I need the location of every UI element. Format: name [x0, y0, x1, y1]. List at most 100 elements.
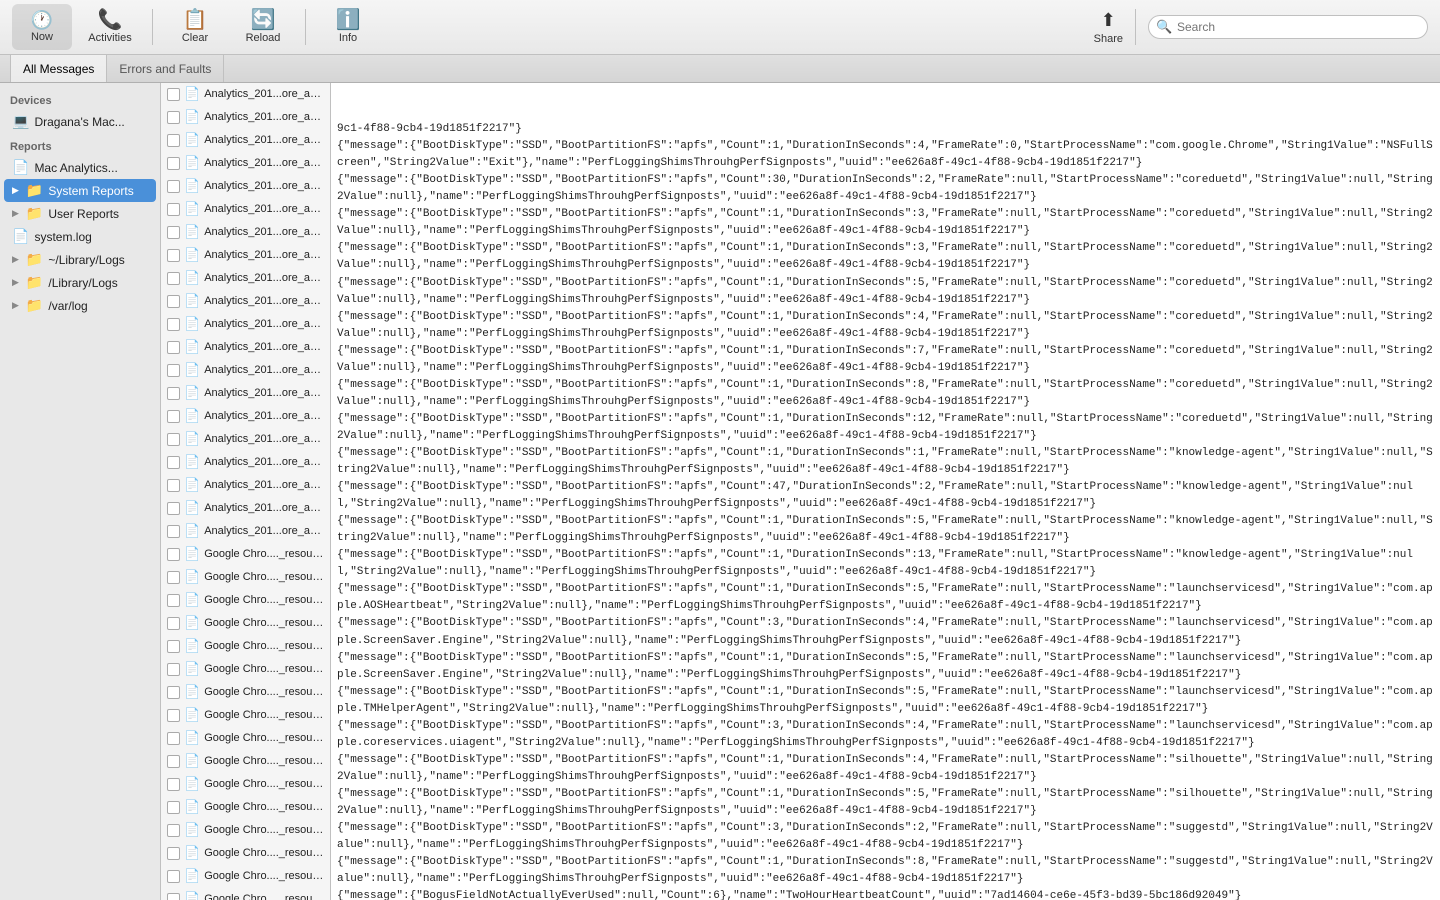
- file-checkbox[interactable]: [167, 88, 180, 101]
- file-checkbox[interactable]: [167, 479, 180, 492]
- file-item[interactable]: 📄Analytics_201...ore_analytics: [161, 129, 330, 152]
- file-item[interactable]: 📄Analytics_201...ore_analytics: [161, 175, 330, 198]
- file-checkbox[interactable]: [167, 778, 180, 791]
- disclosure-icon-system-reports: [12, 185, 19, 196]
- file-doc-icon: 📄: [184, 178, 200, 194]
- file-checkbox[interactable]: [167, 755, 180, 768]
- file-name-label: Analytics_201...ore_analytics: [204, 226, 324, 238]
- file-item[interactable]: 📄Analytics_201...ore_analytics: [161, 359, 330, 382]
- file-item[interactable]: 📄Google Chro...._resource.diag: [161, 658, 330, 681]
- file-item[interactable]: 📄Analytics_201...ore_analytics: [161, 474, 330, 497]
- file-checkbox[interactable]: [167, 571, 180, 584]
- file-item[interactable]: 📄Google Chro...._resource.diag: [161, 865, 330, 888]
- file-checkbox[interactable]: [167, 157, 180, 170]
- tab-errors-faults[interactable]: Errors and Faults: [107, 55, 224, 82]
- file-item[interactable]: 📄Analytics_201...ore_analytics: [161, 267, 330, 290]
- file-checkbox[interactable]: [167, 594, 180, 607]
- file-item[interactable]: 📄Analytics_201...ore_analytics: [161, 313, 330, 336]
- file-checkbox[interactable]: [167, 732, 180, 745]
- file-item[interactable]: 📄Analytics_201...ore_analytics: [161, 221, 330, 244]
- file-item[interactable]: 📄Analytics_201...ore_analytics: [161, 520, 330, 543]
- file-checkbox[interactable]: [167, 847, 180, 860]
- file-checkbox[interactable]: [167, 410, 180, 423]
- sidebar-item-draganas-mac[interactable]: 💻 Dragana's Mac...: [4, 110, 156, 133]
- file-item[interactable]: 📄Google Chro...._resource.diag: [161, 704, 330, 727]
- file-item[interactable]: 📄Analytics_201...ore_analytics: [161, 451, 330, 474]
- clear-button[interactable]: 📋 Clear: [165, 4, 225, 50]
- file-checkbox[interactable]: [167, 318, 180, 331]
- file-item[interactable]: 📄Analytics_201...ore_analytics: [161, 198, 330, 221]
- file-checkbox[interactable]: [167, 180, 180, 193]
- file-item[interactable]: 📄Analytics_201...ore_analytics: [161, 152, 330, 175]
- sidebar-item-library-logs-sys[interactable]: 📁 /Library/Logs: [4, 271, 156, 294]
- file-checkbox[interactable]: [167, 111, 180, 124]
- share-button[interactable]: ⬆ Share: [1094, 10, 1123, 45]
- reload-label: Reload: [246, 32, 281, 44]
- file-checkbox[interactable]: [167, 801, 180, 814]
- sidebar-item-system-log[interactable]: 📄 system.log: [4, 225, 156, 248]
- file-checkbox[interactable]: [167, 617, 180, 630]
- file-checkbox[interactable]: [167, 134, 180, 147]
- file-item[interactable]: 📄Analytics_201...ore_analytics: [161, 290, 330, 313]
- file-checkbox[interactable]: [167, 456, 180, 469]
- file-checkbox[interactable]: [167, 203, 180, 216]
- file-checkbox[interactable]: [167, 387, 180, 400]
- file-item[interactable]: 📄Analytics_201...ore_analytics: [161, 405, 330, 428]
- file-item[interactable]: 📄Google Chro...._resource.diag: [161, 819, 330, 842]
- tab-all-messages[interactable]: All Messages: [10, 55, 107, 82]
- sidebar-item-system-reports[interactable]: 📁 System Reports: [4, 179, 156, 202]
- activities-button[interactable]: 📞 Activities: [80, 4, 140, 50]
- file-item[interactable]: 📄Google Chro...._resource.diag: [161, 543, 330, 566]
- file-item[interactable]: 📄Google Chro...._resource.diag: [161, 681, 330, 704]
- file-checkbox[interactable]: [167, 502, 180, 515]
- file-item[interactable]: 📄Analytics_201...ore_analytics: [161, 382, 330, 405]
- file-checkbox[interactable]: [167, 548, 180, 561]
- file-checkbox[interactable]: [167, 640, 180, 653]
- sidebar-item-mac-analytics[interactable]: 📄 Mac Analytics...: [4, 156, 156, 179]
- file-checkbox[interactable]: [167, 870, 180, 883]
- sidebar-item-library-logs-user[interactable]: 📁 ~/Library/Logs: [4, 248, 156, 271]
- file-item[interactable]: 📄Analytics_201...ore_analytics: [161, 244, 330, 267]
- file-item[interactable]: 📄Google Chro...._resource.diag: [161, 612, 330, 635]
- file-item[interactable]: 📄Google Chro...._resource.diag: [161, 589, 330, 612]
- content-area[interactable]: 9c1-4f88-9cb4-19d1851f2217"}{"message":{…: [331, 83, 1440, 900]
- sidebar-item-var-log[interactable]: 📁 /var/log: [4, 294, 156, 317]
- file-checkbox[interactable]: [167, 272, 180, 285]
- file-checkbox[interactable]: [167, 295, 180, 308]
- file-item[interactable]: 📄Google Chro...._resource.diag: [161, 842, 330, 865]
- sidebar-item-label-library-logs-user: ~/Library/Logs: [48, 253, 124, 267]
- file-checkbox[interactable]: [167, 226, 180, 239]
- info-button[interactable]: ℹ️ Info: [318, 4, 378, 50]
- file-checkbox[interactable]: [167, 341, 180, 354]
- file-checkbox[interactable]: [167, 525, 180, 538]
- file-item[interactable]: 📄Google Chro...._resource.diag: [161, 773, 330, 796]
- content-line: {"message":{"BootDiskType":"SSD","BootPa…: [337, 445, 1434, 479]
- file-checkbox[interactable]: [167, 893, 180, 900]
- file-checkbox[interactable]: [167, 663, 180, 676]
- file-item[interactable]: 📄Analytics_201...ore_analytics: [161, 497, 330, 520]
- sidebar-item-user-reports[interactable]: 📁 User Reports: [4, 202, 156, 225]
- file-checkbox[interactable]: [167, 824, 180, 837]
- file-item[interactable]: 📄Analytics_201...ore_analytics: [161, 336, 330, 359]
- file-doc-icon: 📄: [184, 339, 200, 355]
- file-item[interactable]: 📄Google Chro...._resource.diag: [161, 750, 330, 773]
- file-item[interactable]: 📄Google Chro...._resource.diag: [161, 635, 330, 658]
- file-item[interactable]: 📄Analytics_201...ore_analytics: [161, 83, 330, 106]
- file-checkbox[interactable]: [167, 249, 180, 262]
- file-item[interactable]: 📄Google Chro...._resource.diag: [161, 566, 330, 589]
- file-checkbox[interactable]: [167, 433, 180, 446]
- file-item[interactable]: 📄Google Chro...._resource.diag: [161, 888, 330, 900]
- file-doc-icon: 📄: [184, 431, 200, 447]
- reload-button[interactable]: 🔄 Reload: [233, 4, 293, 50]
- file-item[interactable]: 📄Analytics_201...ore_analytics: [161, 106, 330, 129]
- content-line: {"message":{"BootDiskType":"SSD","BootPa…: [337, 650, 1434, 684]
- device-icon: 💻: [12, 113, 29, 130]
- file-item[interactable]: 📄Analytics_201...ore_analytics: [161, 428, 330, 451]
- now-button[interactable]: 🕐 Now: [12, 4, 72, 50]
- file-checkbox[interactable]: [167, 364, 180, 377]
- search-input[interactable]: [1148, 15, 1428, 39]
- file-checkbox[interactable]: [167, 686, 180, 699]
- file-item[interactable]: 📄Google Chro...._resource.diag: [161, 796, 330, 819]
- file-item[interactable]: 📄Google Chro...._resource.diag: [161, 727, 330, 750]
- file-checkbox[interactable]: [167, 709, 180, 722]
